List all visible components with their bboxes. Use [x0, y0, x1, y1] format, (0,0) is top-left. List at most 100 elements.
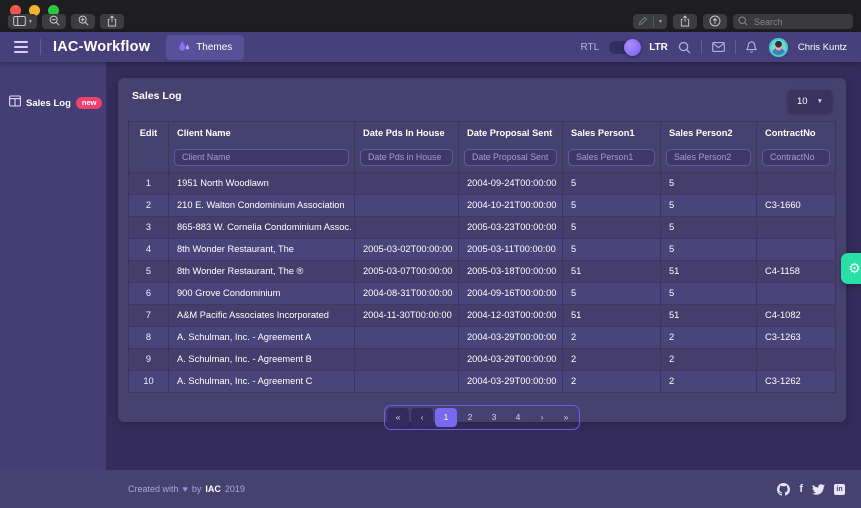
app-title: IAC-Workflow [53, 39, 150, 55]
table-row: 2210 E. Walton Condominium Association20… [129, 194, 836, 216]
target-button[interactable] [703, 14, 727, 29]
share-icon [107, 15, 117, 29]
column-header-edit[interactable]: Edit [129, 122, 169, 145]
cell: 51 [563, 260, 661, 282]
page-button-page-3[interactable]: 3 [483, 408, 505, 427]
cell: 5 [661, 194, 757, 216]
cell: C3-1262 [757, 370, 836, 392]
cell: 5 [563, 172, 661, 194]
panel-header: Sales Log 10 ▼ [128, 88, 836, 121]
themes-button[interactable]: Themes [166, 35, 244, 60]
column-header-sales-person2[interactable]: Sales Person2 [661, 122, 757, 145]
sales-log-table: EditClient NameDate Pds In HouseDate Pro… [128, 121, 836, 393]
cell: A&M Pacific Associates Incorporated [169, 304, 355, 326]
direction-toggle[interactable] [609, 41, 639, 54]
cell: 2004-09-16T00:00:00 [459, 282, 563, 304]
toggle-knob[interactable] [624, 39, 641, 56]
filter-input-contractno[interactable] [762, 149, 830, 166]
edit-cell[interactable]: 10 [129, 370, 169, 392]
mail-icon[interactable] [712, 42, 725, 52]
facebook-icon[interactable]: f [799, 484, 803, 495]
page-size-select[interactable]: 10 ▼ [788, 90, 832, 113]
table-row: 8A. Schulman, Inc. - Agreement A2004-03-… [129, 326, 836, 348]
sidebar-item-sales-log[interactable]: Sales Log new [0, 88, 106, 118]
divider [701, 40, 702, 54]
table-row: 3865-883 W. Cornelia Condominium Assoc.2… [129, 216, 836, 238]
cell: 5 [563, 194, 661, 216]
cell: 5 [563, 216, 661, 238]
twitter-icon[interactable] [812, 483, 825, 496]
avatar[interactable] [769, 38, 788, 57]
menu-icon[interactable] [14, 41, 28, 53]
cell: 8th Wonder Restaurant, The [169, 238, 355, 260]
pagination: «‹1234›» [128, 405, 836, 430]
edit-cell[interactable]: 7 [129, 304, 169, 326]
share-button[interactable] [100, 14, 124, 29]
edit-cell[interactable]: 9 [129, 348, 169, 370]
zoom-in-button[interactable] [71, 14, 95, 29]
cell: 2 [661, 348, 757, 370]
cell: 2 [661, 326, 757, 348]
cell: 210 E. Walton Condominium Association [169, 194, 355, 216]
filter-input-sales-person1[interactable] [568, 149, 655, 166]
search-icon[interactable] [678, 41, 691, 54]
cell: 51 [563, 304, 661, 326]
table-row: 58th Wonder Restaurant, The ®2005-03-07T… [129, 260, 836, 282]
edit-cell[interactable]: 5 [129, 260, 169, 282]
column-header-contractno[interactable]: ContractNo [757, 122, 836, 145]
filter-input-date-pds-in-house[interactable] [360, 149, 453, 166]
page-button-page-1[interactable]: 1 [435, 408, 457, 427]
edit-cell[interactable]: 8 [129, 326, 169, 348]
panel-title: Sales Log [132, 90, 182, 102]
edit-cell[interactable]: 6 [129, 282, 169, 304]
github-icon[interactable] [777, 483, 790, 496]
cell: C4-1082 [757, 304, 836, 326]
divider [735, 40, 736, 54]
zoom-out-icon [49, 15, 60, 28]
linkedin-icon[interactable]: in [834, 484, 845, 495]
page-button-first[interactable]: « [387, 408, 409, 427]
browser-toolbar-left: ▾ [8, 14, 124, 29]
bell-icon[interactable] [746, 41, 757, 53]
upload-icon [680, 15, 690, 29]
edit-cell[interactable]: 3 [129, 216, 169, 238]
settings-fab[interactable]: ⚙ [841, 253, 861, 284]
filter-cell [757, 144, 836, 172]
cell [355, 216, 459, 238]
target-icon [709, 15, 721, 29]
ltr-label: LTR [649, 42, 668, 53]
edit-cell[interactable]: 2 [129, 194, 169, 216]
page-button-page-4[interactable]: 4 [507, 408, 529, 427]
cell: 2004-03-29T00:00:00 [459, 348, 563, 370]
cell: A. Schulman, Inc. - Agreement C [169, 370, 355, 392]
column-header-sales-person1[interactable]: Sales Person1 [563, 122, 661, 145]
column-header-date-pds-in-house[interactable]: Date Pds In House [355, 122, 459, 145]
cell [355, 194, 459, 216]
droplet-icon [178, 40, 190, 55]
upload-button[interactable] [673, 14, 697, 29]
app-body: Sales Log new Sales Log 10 ▼ [0, 62, 861, 470]
page-button-prev[interactable]: ‹ [411, 408, 433, 427]
edit-split-button[interactable]: ▾ [633, 14, 667, 29]
cell: 5 [661, 172, 757, 194]
page-button-next[interactable]: › [531, 408, 553, 427]
page-button-last[interactable]: » [555, 408, 577, 427]
table-row: 11951 North Woodlawn2004-09-24T00:00:005… [129, 172, 836, 194]
browser-search-field[interactable] [733, 14, 853, 29]
cell [355, 348, 459, 370]
filter-input-client-name[interactable] [174, 149, 349, 166]
footer-year: 2019 [225, 484, 245, 494]
table-row: 9A. Schulman, Inc. - Agreement B2004-03-… [129, 348, 836, 370]
cell: 2 [563, 348, 661, 370]
footer: Created with ♥ by IAC 2019 f in [0, 470, 861, 508]
sidebar-toggle-button[interactable]: ▾ [8, 14, 37, 29]
filter-input-date-proposal-sent[interactable] [464, 149, 557, 166]
zoom-out-button[interactable] [42, 14, 66, 29]
edit-cell[interactable]: 4 [129, 238, 169, 260]
page-button-page-2[interactable]: 2 [459, 408, 481, 427]
column-header-client-name[interactable]: Client Name [169, 122, 355, 145]
browser-search-input[interactable] [752, 16, 848, 28]
edit-cell[interactable]: 1 [129, 172, 169, 194]
column-header-date-proposal-sent[interactable]: Date Proposal Sent [459, 122, 563, 145]
filter-input-sales-person2[interactable] [666, 149, 751, 166]
